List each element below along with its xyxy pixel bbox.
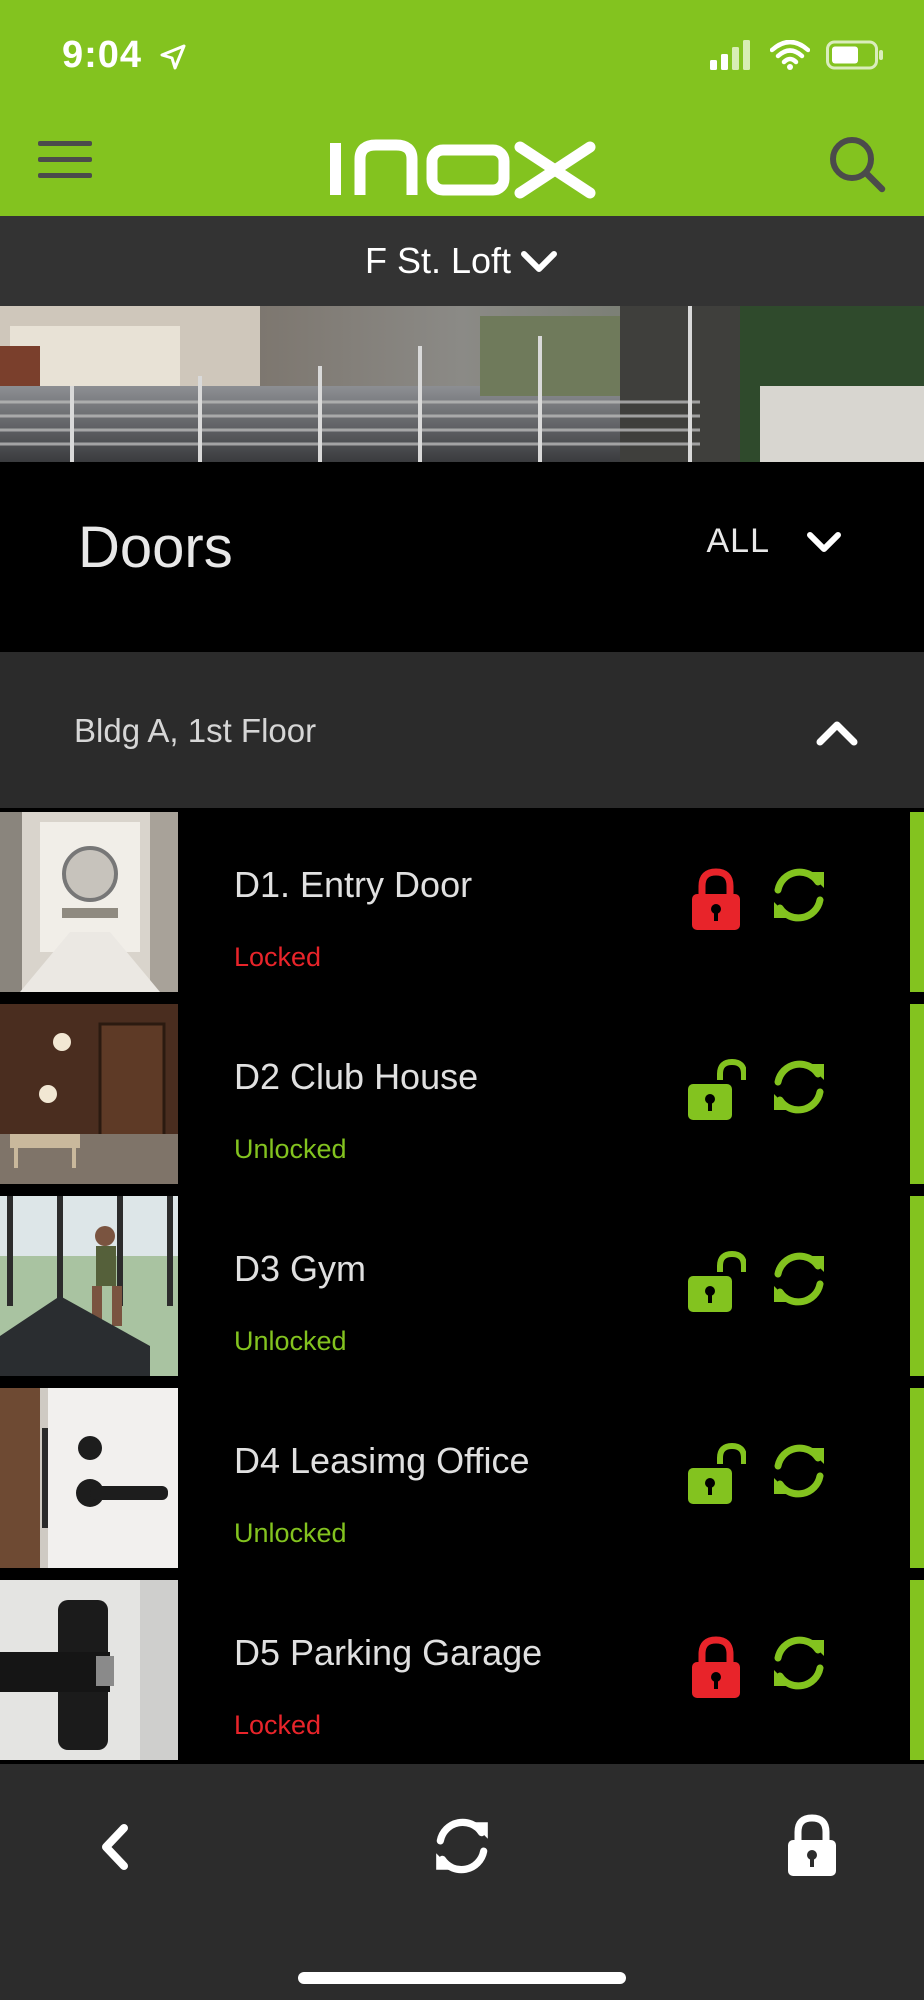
unlock-icon[interactable] <box>686 1250 746 1316</box>
chevron-up-icon[interactable] <box>812 712 862 752</box>
status-indicator-bar <box>910 812 924 992</box>
door-row[interactable]: D5 Parking Garage Locked <box>0 1580 924 1760</box>
door-row[interactable]: D2 Club House Unlocked <box>0 1004 924 1184</box>
status-icons <box>710 40 884 70</box>
app-header <box>0 115 924 216</box>
home-indicator <box>298 1972 626 1984</box>
filter-label: ALL <box>706 522 770 560</box>
back-chevron-icon[interactable] <box>94 1822 134 1872</box>
unlock-icon[interactable] <box>686 1442 746 1508</box>
door-thumbnail <box>0 1580 178 1760</box>
door-name: D1. Entry Door <box>234 864 473 905</box>
doors-filter-dropdown[interactable]: ALL <box>707 522 845 561</box>
sync-icon[interactable] <box>768 1248 830 1310</box>
lock-icon[interactable] <box>686 866 746 932</box>
status-indicator-bar <box>910 1004 924 1184</box>
door-status: Unlocked <box>234 1134 347 1164</box>
location-arrow-icon <box>160 44 186 70</box>
property-hero-image <box>0 306 924 462</box>
sync-icon[interactable] <box>768 1440 830 1502</box>
bottom-toolbar <box>0 1764 924 2000</box>
door-thumbnail <box>0 1004 178 1184</box>
chevron-down-icon <box>807 531 841 552</box>
sync-icon[interactable] <box>768 1056 830 1118</box>
status-indicator-bar <box>910 1196 924 1376</box>
hamburger-icon <box>38 141 92 146</box>
door-status: Locked <box>234 942 322 972</box>
status-indicator-bar <box>910 1388 924 1568</box>
sync-all-icon[interactable] <box>430 1814 494 1878</box>
lock-all-icon[interactable] <box>782 1812 842 1878</box>
status-bar: 9:04 <box>0 0 924 115</box>
door-status: Locked <box>234 1710 322 1740</box>
door-name: D3 Gym <box>234 1248 367 1289</box>
door-list: D1. Entry Door Locked D2 Club House Unlo… <box>0 808 924 1764</box>
door-status: Unlocked <box>234 1326 347 1356</box>
chevron-down-icon <box>521 251 558 272</box>
battery-icon <box>826 40 883 70</box>
door-row[interactable]: D4 Leasimg Office Unlocked <box>0 1388 924 1568</box>
page-title: Doors <box>78 515 233 580</box>
group-label: Bldg A, 1st Floor <box>74 712 317 749</box>
menu-button[interactable] <box>38 141 92 187</box>
door-thumbnail <box>0 1196 178 1376</box>
status-indicator-bar <box>910 1580 924 1760</box>
wifi-icon <box>770 40 810 70</box>
door-name: D2 Club House <box>234 1056 479 1097</box>
door-row[interactable]: D1. Entry Door Locked <box>0 812 924 992</box>
door-row[interactable]: D3 Gym Unlocked <box>0 1196 924 1376</box>
location-name: F St. Loft <box>364 240 512 281</box>
search-icon[interactable] <box>826 133 888 195</box>
sync-icon[interactable] <box>768 1632 830 1694</box>
status-time: 9:04 <box>62 34 188 77</box>
signal-icon <box>710 40 750 70</box>
door-name: D4 Leasimg Office <box>234 1440 530 1481</box>
door-name: D5 Parking Garage <box>234 1632 543 1673</box>
group-header[interactable]: Bldg A, 1st Floor <box>0 652 924 808</box>
doors-header: Doors ALL <box>0 462 924 652</box>
unlock-icon[interactable] <box>686 1058 746 1124</box>
location-selector[interactable]: F St. Loft <box>0 216 924 306</box>
sync-icon[interactable] <box>768 864 830 926</box>
door-thumbnail <box>0 812 178 992</box>
lock-icon[interactable] <box>686 1634 746 1700</box>
inox-logo <box>330 139 596 199</box>
door-thumbnail <box>0 1388 178 1568</box>
door-status: Unlocked <box>234 1518 347 1548</box>
